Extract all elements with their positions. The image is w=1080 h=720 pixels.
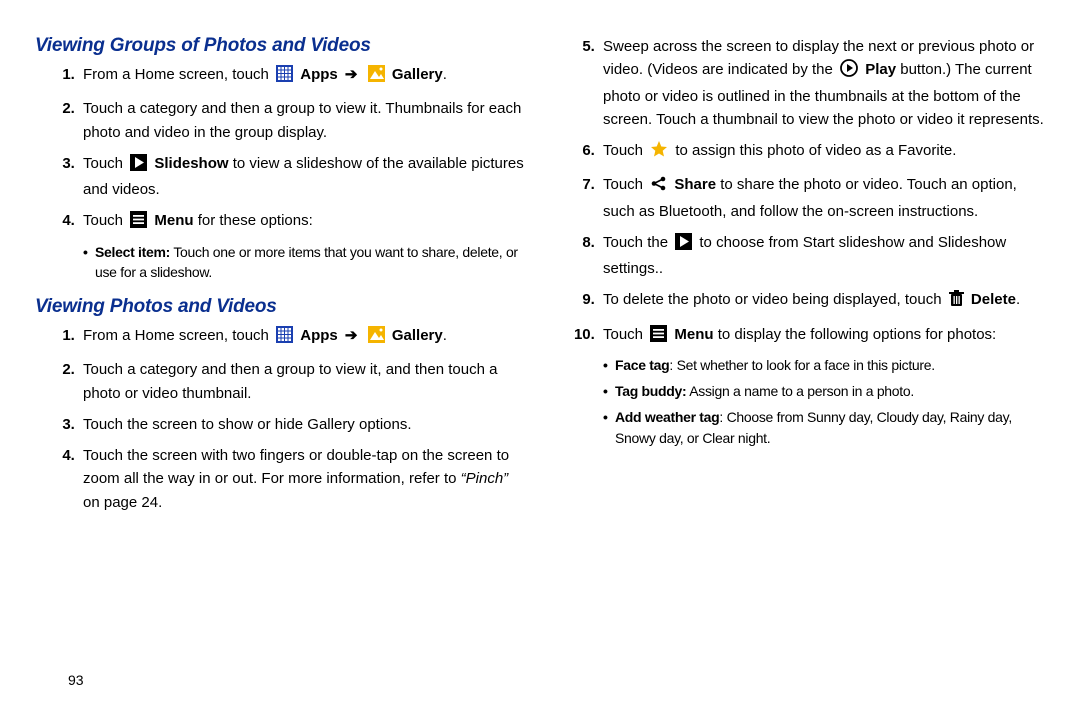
apps-grid-icon [276, 326, 293, 350]
menu-icon [650, 325, 667, 349]
menu-icon [130, 211, 147, 235]
arrow-icon: ➔ [342, 66, 361, 83]
share-icon [650, 175, 667, 199]
play-slideshow-icon [130, 154, 147, 178]
trash-delete-icon [949, 290, 964, 314]
step-item: Touch the to choose from Start slideshow… [599, 231, 1045, 281]
sub-item: Select item: Touch one or more items tha… [83, 242, 525, 283]
sub-item: Tag buddy: Assign a name to a person in … [603, 381, 1045, 401]
left-column: Viewing Groups of Photos and Videos From… [35, 35, 525, 528]
step-item: Touch a category and then a group to vie… [79, 358, 525, 405]
arrow-icon: ➔ [342, 327, 361, 344]
step-item: Touch the screen with two fingers or dou… [79, 444, 525, 514]
steps-list: From a Home screen, touch Apps ➔ Gallery… [35, 324, 525, 514]
right-column: Sweep across the screen to display the n… [555, 35, 1045, 528]
gallery-icon [368, 65, 385, 89]
sub-list: Select item: Touch one or more items tha… [83, 242, 525, 283]
play-circle-icon [840, 59, 858, 84]
gallery-icon [368, 326, 385, 350]
sub-item: Face tag: Set whether to look for a face… [603, 355, 1045, 375]
step-item: Touch a category and then a group to vie… [79, 97, 525, 144]
step-item: From a Home screen, touch Apps ➔ Gallery… [79, 63, 525, 89]
step-item: Touch Share to share the photo or video.… [599, 173, 1045, 223]
step-item: Touch to assign this photo of video as a… [599, 139, 1045, 165]
page-number: 93 [68, 672, 84, 688]
play-slideshow-icon [675, 233, 692, 257]
sub-item: Add weather tag: Choose from Sunny day, … [603, 407, 1045, 448]
steps-list: From a Home screen, touch Apps ➔ Gallery… [35, 63, 525, 282]
apps-grid-icon [276, 65, 293, 89]
sub-list: Face tag: Set whether to look for a face… [603, 355, 1045, 448]
step-item: Sweep across the screen to display the n… [599, 35, 1045, 131]
section-heading: Viewing Groups of Photos and Videos [35, 35, 525, 57]
step-item: From a Home screen, touch Apps ➔ Gallery… [79, 324, 525, 350]
steps-list: Sweep across the screen to display the n… [555, 35, 1045, 448]
section-heading: Viewing Photos and Videos [35, 296, 525, 318]
star-favorite-icon [650, 140, 668, 165]
step-item: Touch Slideshow to view a slideshow of t… [79, 152, 525, 202]
step-item: Touch the screen to show or hide Gallery… [79, 413, 525, 436]
page-content: Viewing Groups of Photos and Videos From… [0, 0, 1080, 528]
step-item: Touch Menu to display the following opti… [599, 323, 1045, 448]
step-item: Touch Menu for these options: Select ite… [79, 209, 525, 282]
step-item: To delete the photo or video being displ… [599, 288, 1045, 314]
